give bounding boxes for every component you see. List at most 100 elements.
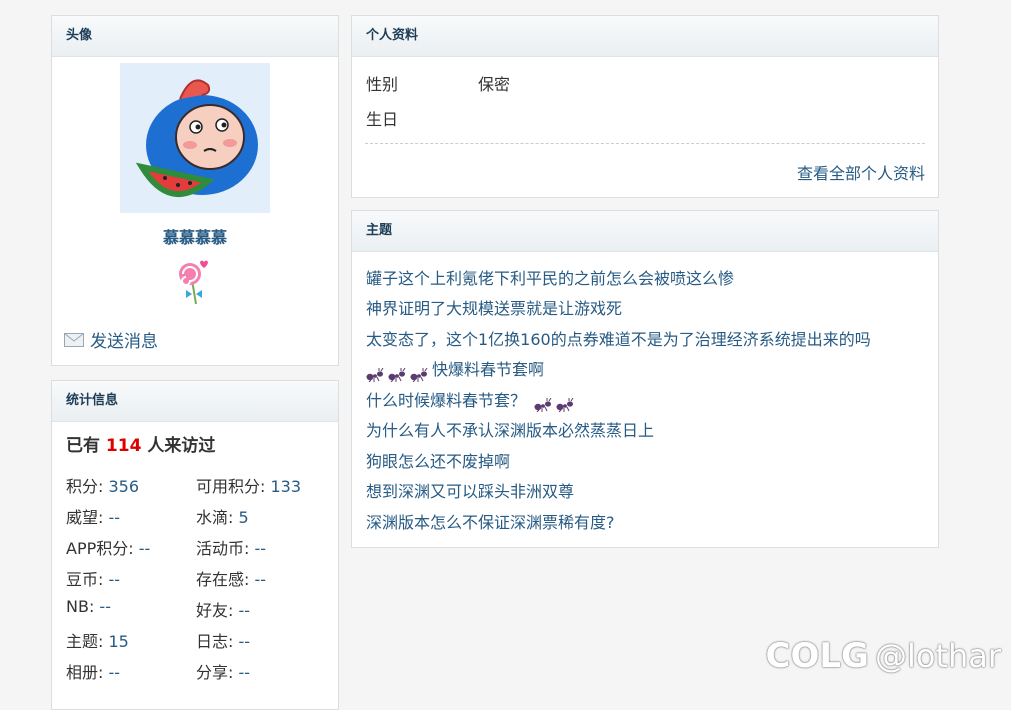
stat-item: 主题: 15 (66, 628, 196, 659)
ant-icon (534, 393, 552, 413)
topic-title[interactable]: 什么时候爆料春节套？ (366, 387, 526, 414)
stat-label: 分享: (196, 663, 239, 682)
topic-item[interactable]: 为什么有人不承认深渊版本必然蒸蒸日上 (366, 416, 871, 447)
topic-item[interactable]: 快爆料春节套啊 (366, 355, 871, 386)
stat-value: -- (238, 663, 251, 682)
stat-item: 好友: -- (196, 597, 326, 628)
visits-suffix: 人来访过 (147, 436, 216, 456)
stat-item: 分享: -- (196, 659, 326, 690)
stat-item: 水滴: 5 (196, 504, 326, 535)
topics-panel: 主题 罐子这个上利氪佬下利平民的之前怎么会被喷这么惨 神界证明了大规模送票就是让游… (351, 210, 939, 548)
stat-label: 水滴: (196, 508, 239, 527)
stat-row: 积分: 356 可用积分: 133 (66, 473, 326, 504)
ant-icon (556, 393, 574, 413)
profile-panel: 个人资料 性别 保密 生日 查看全部个人资料 (351, 15, 939, 198)
topic-list: 罐子这个上利氪佬下利平民的之前怎么会被喷这么惨 神界证明了大规模送票就是让游戏死太… (366, 263, 871, 538)
stats-panel-title: 统计信息 (52, 381, 338, 422)
ant-icon (388, 363, 406, 383)
stat-row: APP积分: -- 活动币: -- (66, 535, 326, 566)
topic-title[interactable]: 快爆料春节套啊 (432, 356, 544, 383)
view-all-profile-link[interactable]: 查看全部个人资料 (797, 160, 925, 184)
stat-label: 威望: (66, 508, 109, 527)
stat-label: APP积分: (66, 539, 139, 558)
stat-item: 积分: 356 (66, 473, 196, 504)
stat-item: 日志: -- (196, 628, 326, 659)
stat-row: 相册: -- 分享: -- (66, 659, 326, 690)
topic-title[interactable]: 为什么有人不承认深渊版本必然蒸蒸日上 (366, 417, 654, 444)
topic-item[interactable]: 想到深渊又可以踩头非洲双尊 (366, 477, 871, 508)
visits-summary: 已有 114 人来访过 (66, 431, 215, 456)
stat-row: 豆币: -- 存在感: -- (66, 566, 326, 597)
stats-panel: 统计信息 已有 114 人来访过 积分: 356 可用积分: 133 威望: -… (51, 380, 339, 710)
stat-label: 可用积分: (196, 477, 271, 496)
envelope-icon (64, 332, 84, 347)
stat-item: 豆币: -- (66, 566, 196, 597)
stat-label: 活动币: (196, 539, 255, 558)
topic-title[interactable]: 神界证明了大规模送票就是让游戏死 (366, 295, 622, 322)
stat-label: NB: (66, 597, 100, 616)
topic-title[interactable]: 狗眼怎么还不废掉啊 (366, 448, 510, 475)
topic-title[interactable]: 罐子这个上利氪佬下利平民的之前怎么会被喷这么惨 (366, 265, 734, 292)
send-message-label: 发送消息 (90, 332, 158, 352)
stat-value: 5 (238, 508, 249, 527)
topic-item[interactable]: 深渊版本怎么不保证深渊票稀有度? (366, 507, 871, 538)
stat-label: 主题: (66, 632, 109, 651)
stat-label: 积分: (66, 477, 109, 496)
stat-row: NB: -- 好友: -- (66, 597, 326, 628)
birthday-label: 生日 (366, 110, 399, 129)
topic-item[interactable]: 狗眼怎么还不废掉啊 (366, 446, 871, 477)
stat-value: -- (238, 601, 251, 620)
gender-value: 保密 (478, 75, 511, 94)
topic-title[interactable]: 想到深渊又可以踩头非洲双尊 (366, 478, 574, 505)
stat-item: 相册: -- (66, 659, 196, 690)
topic-title[interactable]: 深渊版本怎么不保证深渊票稀有度? (366, 509, 615, 536)
profile-panel-title: 个人资料 (352, 16, 938, 57)
watermark: COLG @lothar (765, 636, 1002, 676)
stat-item: 存在感: -- (196, 566, 326, 597)
avatar-panel-title: 头像 (52, 16, 338, 57)
topic-item[interactable]: 罐子这个上利氪佬下利平民的之前怎么会被喷这么惨 (366, 263, 871, 294)
stat-label: 豆币: (66, 570, 109, 589)
topics-panel-title: 主题 (352, 211, 938, 252)
gender-label: 性别 (366, 75, 399, 94)
stat-row: 威望: -- 水滴: 5 (66, 504, 326, 535)
topic-item[interactable]: 什么时候爆料春节套？ (366, 385, 871, 416)
avatar[interactable] (120, 63, 270, 213)
gender-row: 性别 保密 (366, 71, 510, 95)
stat-value: -- (108, 570, 121, 589)
stat-value: -- (108, 508, 121, 527)
profile-divider (365, 143, 925, 144)
stat-value: 356 (108, 477, 140, 496)
stat-value[interactable]: 15 (108, 632, 128, 651)
avatar-panel: 头像 慕慕慕慕 发送消息 (51, 15, 339, 366)
topic-item[interactable]: 神界证明了大规模送票就是让游戏死 (366, 294, 871, 325)
stat-row: 主题: 15 日志: -- (66, 628, 326, 659)
colg-logo: COLG (765, 636, 869, 676)
stat-value: -- (138, 539, 151, 558)
visits-count: 114 (105, 436, 142, 456)
stat-value: -- (238, 632, 251, 651)
stat-item: NB: -- (66, 597, 196, 628)
stat-label: 相册: (66, 663, 109, 682)
watermark-handle: @lothar (874, 637, 1001, 675)
stat-item: 活动币: -- (196, 535, 326, 566)
lollipop-medal-icon (172, 258, 212, 310)
topic-item[interactable]: 太变态了，这个1亿换160的点券难道不是为了治理经济系统提出来的吗 (366, 324, 871, 355)
ant-icon (366, 363, 384, 383)
birthday-row: 生日 (366, 106, 478, 130)
stat-value: -- (99, 597, 111, 616)
topic-title[interactable]: 太变态了，这个1亿换160的点券难道不是为了治理经济系统提出来的吗 (366, 326, 871, 353)
stat-value: -- (254, 539, 267, 558)
stat-label: 存在感: (196, 570, 255, 589)
stat-label: 日志: (196, 632, 239, 651)
username-link[interactable]: 慕慕慕慕 (52, 224, 338, 248)
ant-icon (410, 363, 428, 383)
stat-label: 好友: (196, 601, 239, 620)
stats-grid: 积分: 356 可用积分: 133 威望: -- 水滴: 5 APP积分: --… (66, 473, 326, 690)
stat-value: -- (254, 570, 267, 589)
stat-value: 133 (270, 477, 302, 496)
stat-item: 威望: -- (66, 504, 196, 535)
visits-prefix: 已有 (66, 436, 100, 456)
stat-item: APP积分: -- (66, 535, 196, 566)
send-message-link[interactable]: 发送消息 (64, 327, 158, 352)
